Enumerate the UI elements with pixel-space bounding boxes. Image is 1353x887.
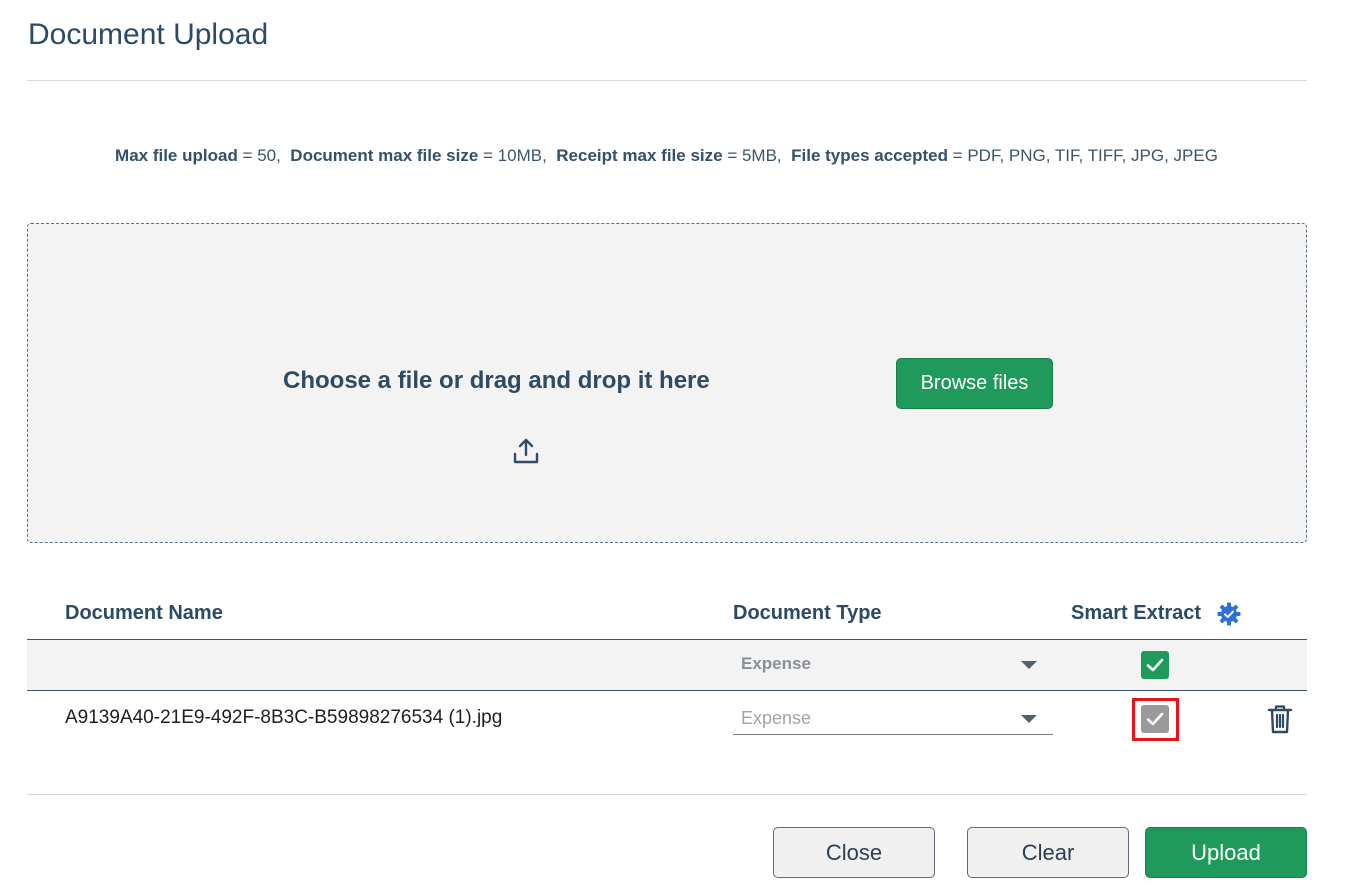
footer-divider [27,794,1307,795]
bulk-smart-extract-checkbox[interactable] [1141,651,1169,679]
doc-size-label: Document max file size [290,146,479,165]
check-icon [1146,712,1164,726]
close-button[interactable]: Close [773,827,935,878]
check-icon [1146,658,1164,672]
max-upload-value: = 50, [237,146,281,165]
column-header-document-type: Document Type [733,602,882,624]
clear-button[interactable]: Clear [967,827,1129,878]
gear-icon[interactable] [1217,602,1241,626]
file-types-label: File types accepted [791,146,948,165]
column-header-document-name: Document Name [65,602,223,624]
dialog-title: Document Upload [28,18,269,51]
bulk-document-type-select[interactable]: Expense [741,654,811,674]
type-select-underline [733,734,1053,735]
doc-size-value: = 10MB, [478,146,547,165]
chevron-down-icon[interactable] [1021,715,1037,723]
receipt-size-value: = 5MB, [722,146,782,165]
dropzone-prompt: Choose a file or drag and drop it here [283,367,710,394]
row-document-type-select[interactable]: Expense [741,708,811,729]
row-smart-extract-checkbox[interactable] [1141,705,1169,733]
trash-icon[interactable] [1266,704,1294,734]
column-header-smart-extract: Smart Extract [1071,602,1202,624]
bulk-apply-row [27,640,1307,691]
chevron-down-icon[interactable] [1021,661,1037,669]
upload-button[interactable]: Upload [1145,827,1307,878]
title-divider [27,80,1307,81]
file-dropzone[interactable]: Choose a file or drag and drop it here B… [27,223,1307,543]
receipt-size-label: Receipt max file size [556,146,723,165]
max-upload-label: Max file upload [115,146,238,165]
browse-files-button[interactable]: Browse files [896,358,1053,409]
upload-icon [513,438,539,464]
upload-limits: Max file upload = 50, Document max file … [0,146,1333,166]
file-types-value: = PDF, PNG, TIF, TIFF, JPG, JPEG [947,146,1218,165]
table-row-document-name: A9139A40-21E9-492F-8B3C-B59898276534 (1)… [65,707,503,728]
